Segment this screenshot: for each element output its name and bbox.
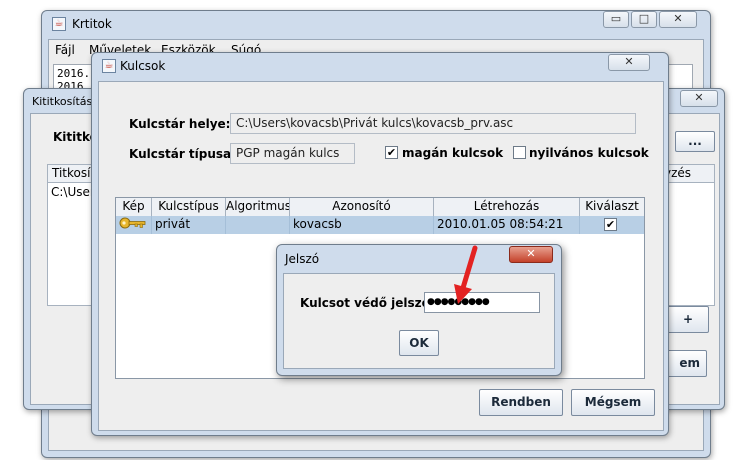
column-header-algorithm[interactable]: Algoritmus xyxy=(226,198,290,216)
maximize-button[interactable]: □ xyxy=(631,11,657,28)
column-header-keytype[interactable]: Kulcstípus xyxy=(152,198,226,216)
browse-button[interactable]: ... xyxy=(675,131,715,152)
minimize-button[interactable]: ▭ xyxy=(603,11,629,28)
column-header-image[interactable]: Kép xyxy=(116,198,152,216)
close-button[interactable]: ✕ xyxy=(509,246,553,263)
menu-file[interactable]: Fájl xyxy=(55,43,75,57)
row-id-cell: kovacsb xyxy=(290,216,434,234)
column-header-select[interactable]: Kiválaszt xyxy=(580,198,644,216)
close-button[interactable]: ✕ xyxy=(659,11,697,28)
jelszo-title: Jelszó xyxy=(285,252,320,266)
kulcsok-titlebar[interactable]: ☕ Kulcsok ✕ xyxy=(92,53,668,79)
java-app-icon: ☕ xyxy=(102,59,116,73)
cancel-button[interactable]: Mégsem xyxy=(571,389,655,416)
row-select-cell: ✔ xyxy=(580,216,644,234)
ok-button[interactable]: OK xyxy=(399,330,439,356)
row-icon-cell xyxy=(116,216,152,234)
public-keys-label[interactable]: nyilvános kulcsok xyxy=(529,146,649,160)
jelszo-content: Kulcsot védő jelszó: ●●●●●●●●● OK xyxy=(283,273,555,369)
row-created-cell: 2010.01.05 08:54:21 xyxy=(434,216,580,234)
jelszo-titlebar[interactable]: Jelszó ✕ xyxy=(277,245,561,271)
key-icon xyxy=(119,217,146,229)
keystore-location-label: Kulcstár helye: xyxy=(129,117,231,131)
ok-button[interactable]: Rendben xyxy=(479,389,563,416)
row-select-checkbox[interactable]: ✔ xyxy=(604,218,617,231)
column-header-created[interactable]: Létrehozás xyxy=(434,198,580,216)
java-app-icon: ☕ xyxy=(52,17,66,31)
krtitok-titlebar[interactable]: ☕ Krtitok ▭ □ ✕ xyxy=(42,11,710,37)
public-keys-checkbox[interactable] xyxy=(513,146,526,159)
add-button[interactable]: + xyxy=(667,306,709,333)
table-row[interactable]: privát kovacsb 2010.01.05 08:54:21 ✔ xyxy=(116,216,644,234)
krtitok-title: Krtitok xyxy=(72,17,112,31)
kulcsok-title: Kulcsok xyxy=(120,59,166,73)
keystore-location-field[interactable]: C:\Users\kovacsb\Privát kulcs\kovacsb_pr… xyxy=(230,113,636,134)
close-button[interactable]: ✕ xyxy=(608,54,650,71)
annotation-arrow xyxy=(454,245,478,304)
password-label: Kulcsot védő jelszó: xyxy=(300,296,435,310)
private-keys-checkbox[interactable]: ✔ xyxy=(385,146,398,159)
row-algorithm-cell xyxy=(226,216,290,234)
jelszo-dialog: Jelszó ✕ Kulcsot védő jelszó: ●●●●●●●●● … xyxy=(276,244,562,376)
keystore-type-field[interactable]: PGP magán kulcs xyxy=(230,143,355,164)
row-keytype-cell: privát xyxy=(152,216,226,234)
close-button[interactable]: ✕ xyxy=(680,90,718,107)
keystore-type-label: Kulcstár típusa: xyxy=(129,147,236,161)
private-keys-label[interactable]: magán kulcsok xyxy=(402,146,503,160)
kititkositas-title: Kititkosítás xyxy=(32,95,93,108)
column-header-id[interactable]: Azonosító xyxy=(290,198,434,216)
